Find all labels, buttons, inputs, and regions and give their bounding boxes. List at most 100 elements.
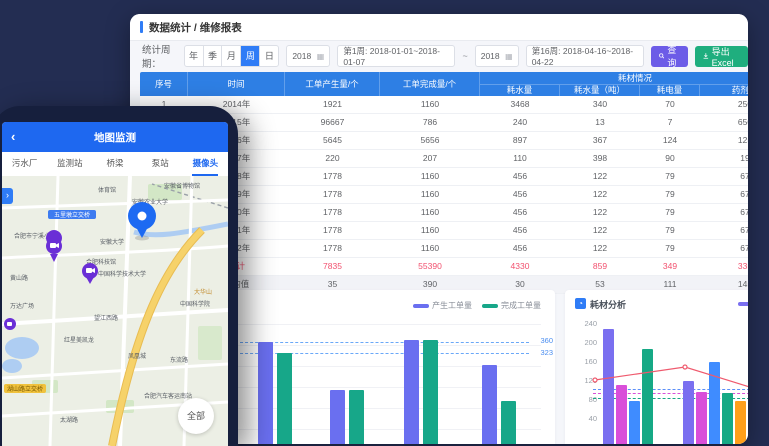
calendar-icon: ▦	[317, 52, 325, 61]
table-cell: 90	[640, 150, 700, 167]
legend-produced[interactable]: 产生工单量	[413, 300, 472, 311]
filter-bar: 统计周期： 年 季 月 周 日 2018 ▦ 第1周: 2018-01-01~2…	[130, 40, 748, 72]
table-cell: 456	[480, 240, 560, 257]
table-cell: 1160	[380, 186, 480, 203]
query-button-label: 查询	[667, 43, 680, 69]
camera-pin[interactable]	[4, 318, 16, 330]
phone-tab-3[interactable]: 桥梁	[92, 152, 137, 176]
period-day[interactable]: 日	[260, 46, 278, 66]
svg-text:合肥汽车客运南站: 合肥汽车客运南站	[144, 392, 192, 400]
gridline	[230, 324, 541, 325]
bar-produced[interactable]	[482, 365, 497, 445]
phone-tab-4[interactable]: 泵站	[138, 152, 183, 176]
col-header-water: 耗水量	[480, 84, 560, 96]
table-cell: 3468	[480, 96, 560, 113]
bar-completed[interactable]	[423, 340, 438, 444]
table-cell: 110	[480, 150, 560, 167]
map-view[interactable]: 五里墩立交桥 湖山路立交桥 体育馆 安徽省博物馆 安徽农业大学 合肥市宁溪小学 …	[2, 176, 228, 446]
work-order-chart-panel: 产生工单量 完成工单量 360 323	[202, 290, 555, 444]
end-year-select[interactable]: 2018 ▦	[475, 45, 519, 67]
bar-completed[interactable]	[277, 353, 292, 445]
start-year-select[interactable]: 2018 ▦	[286, 45, 330, 67]
end-week-range[interactable]: 第16周: 2018-04-16~2018-04-22	[526, 45, 644, 67]
expand-icon[interactable]: ›	[2, 188, 13, 204]
start-year-value: 2018	[292, 51, 311, 61]
legend-completed[interactable]: 完成工单量	[482, 300, 541, 311]
table-row[interactable]: 12014年19211160346834070250	[140, 96, 748, 114]
export-excel-button[interactable]: 导出Excel	[695, 46, 748, 67]
table-cell: 456	[480, 186, 560, 203]
table-cell: 786	[380, 114, 480, 131]
svg-text:大华山: 大华山	[194, 288, 212, 296]
period-week[interactable]: 周	[241, 46, 260, 66]
col-header-completed: 工单完成量/个	[380, 72, 480, 96]
bar-completed[interactable]	[501, 401, 516, 445]
col-header-index: 序号	[140, 72, 188, 96]
table-cell: 1778	[285, 240, 380, 257]
table-cell: 55390	[380, 258, 480, 275]
table-cell: 122	[560, 240, 640, 257]
table-cell: 5645	[285, 132, 380, 149]
col-header-water-ton: 耗水量（吨）	[560, 84, 640, 96]
table-cell: 1778	[285, 168, 380, 185]
phone-mockup: ‹ 地图监测 污水厂监测站桥梁泵站摄像头	[0, 106, 238, 446]
svg-text:体育馆: 体育馆	[98, 186, 116, 194]
phone-header: ‹ 地图监测	[2, 122, 228, 152]
road-badge-hushan: 湖山路立交桥	[4, 384, 46, 393]
table-cell: 859	[560, 258, 640, 275]
end-year-value: 2018	[481, 51, 500, 61]
breadcrumb-bar: 数据统计 / 维修报表	[130, 14, 748, 41]
svg-text:黄山路: 黄山路	[10, 274, 28, 282]
svg-text:中国科学院: 中国科学院	[180, 300, 210, 308]
table-cell: 7835	[285, 258, 380, 275]
phone-tab-1[interactable]: 污水厂	[2, 152, 47, 176]
bar-completed[interactable]	[349, 390, 364, 444]
col-header-power: 耗电量	[640, 84, 700, 96]
table-cell: 1160	[380, 222, 480, 239]
query-button[interactable]: 查询	[651, 46, 688, 67]
period-label: 统计周期：	[142, 42, 177, 70]
table-cell: 335	[700, 258, 748, 275]
phone-page-title: 地图监测	[2, 130, 228, 145]
table-cell: 122	[560, 168, 640, 185]
period-quarter[interactable]: 季	[204, 46, 223, 66]
table-cell: 1160	[380, 96, 480, 113]
table-cell: 79	[640, 186, 700, 203]
table-cell: 1160	[380, 240, 480, 257]
table-cell: 456	[480, 168, 560, 185]
svg-text:太湖路: 太湖路	[60, 416, 78, 424]
phone-screen: ‹ 地图监测 污水厂监测站桥梁泵站摄像头	[2, 122, 228, 446]
all-button[interactable]: 全部	[178, 398, 214, 434]
table-cell: 1778	[285, 222, 380, 239]
start-week-range[interactable]: 第1周: 2018-01-01~2018-01-07	[337, 45, 455, 67]
table-cell: 67	[700, 204, 748, 221]
bar-produced[interactable]	[330, 390, 345, 444]
table-cell: 122	[560, 204, 640, 221]
phone-tab-5[interactable]: 摄像头	[183, 152, 228, 176]
table-cell: 240	[480, 114, 560, 131]
period-year[interactable]: 年	[185, 46, 204, 66]
table-cell: 7	[640, 114, 700, 131]
table-cell: 122	[560, 222, 640, 239]
table-cell: 70	[640, 96, 700, 113]
export-button-label: 导出Excel	[712, 45, 740, 68]
consumables-chart-panel: ◔ 耗材分析 2402001601208040	[565, 290, 748, 444]
table-cell: 220	[285, 150, 380, 167]
table-cell: 96667	[285, 114, 380, 131]
table-cell: 398	[560, 150, 640, 167]
period-month[interactable]: 月	[222, 46, 241, 66]
svg-text:望江西路: 望江西路	[94, 314, 118, 322]
start-week-range-text: 第1周: 2018-01-01~2018-01-07	[343, 45, 449, 67]
ref-label-323: 323	[540, 348, 553, 357]
gridline	[230, 345, 541, 346]
phone-tab-2[interactable]: 监测站	[47, 152, 92, 176]
col-header-group-consumables: 耗材情况	[480, 72, 748, 84]
table-cell: 79	[640, 204, 700, 221]
bar-produced[interactable]	[258, 342, 273, 444]
table-cell: 340	[560, 96, 640, 113]
bar-produced[interactable]	[404, 340, 419, 444]
table-cell: 897	[480, 132, 560, 149]
end-week-range-text: 第16周: 2018-04-16~2018-04-22	[532, 45, 638, 67]
table-cell: 1778	[285, 186, 380, 203]
table-cell: 67	[700, 240, 748, 257]
